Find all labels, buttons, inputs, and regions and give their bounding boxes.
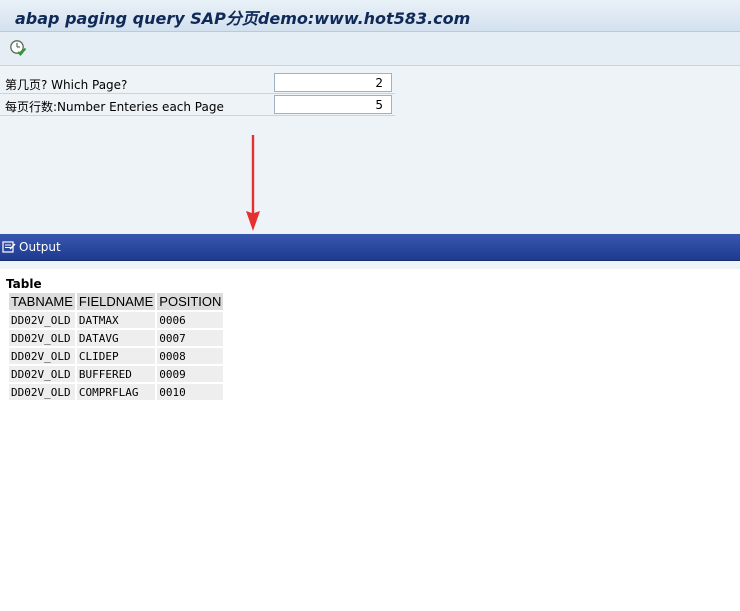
execute-clock-icon[interactable]: [9, 39, 27, 57]
table-row: DD02V_OLD COMPRFLAG 0010: [9, 384, 224, 400]
column-header-position: POSITION: [157, 293, 224, 310]
cell-position: 0009: [157, 366, 224, 382]
output-separator: [0, 261, 740, 269]
field-row-rows: 每页行数:Number Enteries each Page: [0, 95, 395, 116]
output-list-icon: [2, 241, 16, 253]
application-toolbar: [0, 32, 740, 66]
cell-tabname: DD02V_OLD: [9, 348, 75, 364]
selection-screen: 第几页? Which Page? 每页行数:Number Enteries ea…: [0, 66, 740, 234]
output-section-header: Output: [0, 234, 740, 261]
cell-fieldname: CLIDEP: [76, 348, 156, 364]
output-title: Output: [19, 240, 61, 254]
table-row: DD02V_OLD BUFFERED 0009: [9, 366, 224, 382]
column-header-fieldname: FIELDNAME: [76, 293, 156, 310]
result-table: TABNAME FIELDNAME POSITION DD02V_OLD DAT…: [7, 291, 225, 402]
cell-position: 0007: [157, 330, 224, 346]
cell-tabname: DD02V_OLD: [9, 366, 75, 382]
column-header-tabname: TABNAME: [9, 293, 75, 310]
cell-position: 0006: [157, 312, 224, 328]
rows-per-page-input[interactable]: [274, 95, 392, 114]
page-number-label: 第几页? Which Page?: [5, 78, 128, 92]
cell-fieldname: COMPRFLAG: [76, 384, 156, 400]
window-title-bar: abap paging query SAP分页demo:www.hot583.c…: [0, 0, 740, 32]
rows-per-page-label: 每页行数:Number Enteries each Page: [5, 100, 224, 114]
table-row: DD02V_OLD CLIDEP 0008: [9, 348, 224, 364]
cell-fieldname: BUFFERED: [76, 366, 156, 382]
window-title: abap paging query SAP分页demo:www.hot583.c…: [15, 9, 471, 28]
cell-fieldname: DATMAX: [76, 312, 156, 328]
table-row: DD02V_OLD DATAVG 0007: [9, 330, 224, 346]
cell-tabname: DD02V_OLD: [9, 312, 75, 328]
cell-fieldname: DATAVG: [76, 330, 156, 346]
table-caption: Table: [6, 277, 42, 291]
field-row-page: 第几页? Which Page?: [0, 73, 395, 94]
red-down-arrow-icon: [246, 135, 260, 231]
cell-position: 0010: [157, 384, 224, 400]
cell-tabname: DD02V_OLD: [9, 384, 75, 400]
cell-tabname: DD02V_OLD: [9, 330, 75, 346]
page-number-input[interactable]: [274, 73, 392, 92]
table-header-row: TABNAME FIELDNAME POSITION: [9, 293, 224, 310]
table-row: DD02V_OLD DATMAX 0006: [9, 312, 224, 328]
cell-position: 0008: [157, 348, 224, 364]
